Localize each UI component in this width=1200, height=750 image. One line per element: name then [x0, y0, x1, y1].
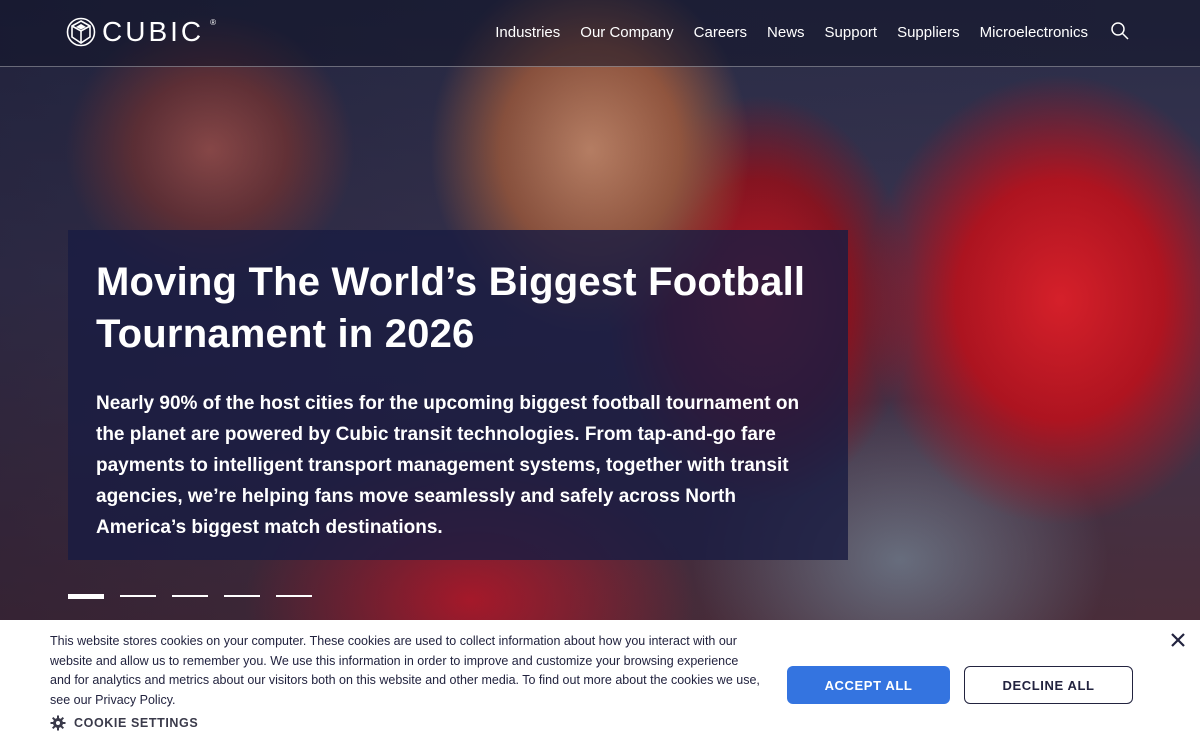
brand-name: CUBIC	[102, 16, 205, 47]
carousel-dot-4[interactable]	[224, 595, 260, 597]
search-icon[interactable]	[1110, 21, 1130, 41]
gear-icon	[50, 715, 66, 731]
cubic-logo[interactable]: CUBIC ®	[66, 17, 216, 47]
carousel-indicators	[68, 594, 312, 599]
cubic-logo-icon	[66, 17, 96, 47]
close-icon[interactable]	[1170, 632, 1186, 648]
registered-mark: ®	[210, 17, 217, 27]
cookie-settings-label: COOKIE SETTINGS	[74, 716, 199, 730]
accept-all-button[interactable]: ACCEPT ALL	[787, 666, 950, 704]
site-header: CUBIC ® Industries Our Company Careers N…	[0, 0, 1200, 67]
carousel-dot-2[interactable]	[120, 595, 156, 597]
nav-item-careers[interactable]: Careers	[694, 0, 747, 66]
cookie-banner: This website stores cookies on your comp…	[0, 620, 1200, 750]
carousel-dot-1[interactable]	[68, 594, 104, 599]
hero-text-panel: Moving The World’s Biggest Football Tour…	[68, 230, 848, 560]
nav-item-news[interactable]: News	[767, 0, 805, 66]
nav-item-support[interactable]: Support	[825, 0, 878, 66]
hero-title: Moving The World’s Biggest Football Tour…	[96, 260, 806, 356]
decline-all-button[interactable]: DECLINE ALL	[964, 666, 1133, 704]
nav-item-our-company[interactable]: Our Company	[580, 0, 673, 66]
nav-item-microelectronics[interactable]: Microelectronics	[980, 0, 1088, 66]
main-nav: Industries Our Company Careers News Supp…	[475, 0, 1130, 66]
hero-description: Nearly 90% of the host cities for the up…	[96, 393, 800, 538]
cookie-settings-button[interactable]: COOKIE SETTINGS	[50, 715, 198, 731]
cookie-message-end: .	[172, 693, 176, 708]
nav-item-suppliers[interactable]: Suppliers	[897, 0, 960, 66]
carousel-dot-3[interactable]	[172, 595, 208, 597]
carousel-dot-5[interactable]	[276, 595, 312, 597]
cookie-message: This website stores cookies on your comp…	[50, 632, 760, 711]
privacy-policy-link[interactable]: Privacy Policy	[95, 693, 172, 707]
nav-item-industries[interactable]: Industries	[495, 0, 560, 66]
